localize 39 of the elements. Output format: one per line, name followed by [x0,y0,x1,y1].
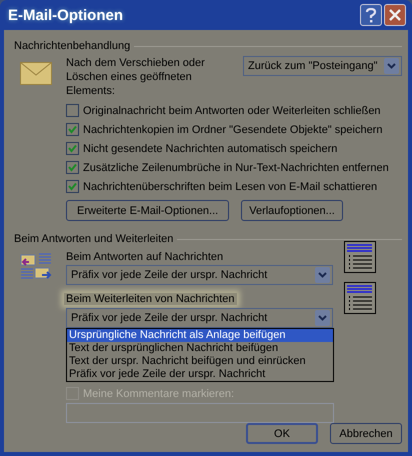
move-label: Nach dem Verschieben oder Löschen eines geöffneten Elements: [66,56,206,98]
reply-dropdown[interactable]: Präfix vor jede Zeile der urspr. Nachricht [66,265,333,285]
checkbox-label: Originalnachricht beim Antworten oder Weiterleiten schließen [83,104,381,116]
section-heading: Beim Antworten und Weiterleiten [14,233,174,245]
checkbox[interactable] [66,104,79,117]
checkbox-label: Nachrichtenkopien im Ordner "Gesendete Objekte" speichern [83,124,382,136]
close-button[interactable] [384,4,406,26]
checkbox-label: Zusätzliche Zeilenumbrüche in Nur-Text-Nachrichten entfernen [83,162,389,174]
advanced-options-button[interactable]: Erweiterte E-Mail-Optionen... [66,200,230,221]
cancel-button[interactable]: Abbrechen [330,423,402,444]
ok-button[interactable]: OK [246,423,318,444]
checkbox[interactable] [66,142,79,155]
envelope-icon [20,62,52,85]
reply-label: Beim Antworten auf Nachrichten [66,251,224,263]
caret-icon [318,272,327,278]
help-button[interactable] [360,4,382,26]
after-move-dropdown[interactable]: Zurück zum "Posteingang" [243,56,402,76]
document-icon [344,241,376,273]
checkbox-label: Nicht gesendete Nachrichten automatisch speichern [83,142,338,154]
dropdown-option[interactable]: Ursprüngliche Nachricht als Anlage beifügen [67,329,333,342]
window-title: E-Mail-Optionen [8,6,124,24]
help-icon [365,8,377,22]
forward-label: Beim Weiterleiten von Nachrichten [64,293,237,305]
forward-dropdown[interactable]: Präfix vor jede Zeile der urspr. Nachricht [66,308,333,328]
section-heading: Nachrichtenbehandlung [14,40,130,52]
dropdown-option[interactable]: Text der ursprünglichen Nachricht beifügen [67,342,333,355]
checkbox[interactable] [66,180,79,193]
dropdown-option[interactable]: Präfix vor jede Zeile der urspr. Nachricht [67,368,333,381]
comment-field[interactable] [66,403,334,423]
tracking-options-button[interactable]: Verlaufoptionen... [241,200,343,221]
checkbox[interactable] [66,123,79,136]
caret-icon [318,315,327,321]
caret-icon [387,63,396,69]
checkbox[interactable] [66,161,79,174]
reply-forward-icon [20,253,52,281]
document-icon [344,282,376,314]
close-icon [389,9,401,21]
dropdown-option[interactable]: Text der urspr. Nachricht beifügen und einrücken [67,355,333,368]
checkbox-label: Nachrichtenüberschriften beim Lesen von E-Mail schattieren [83,180,378,192]
